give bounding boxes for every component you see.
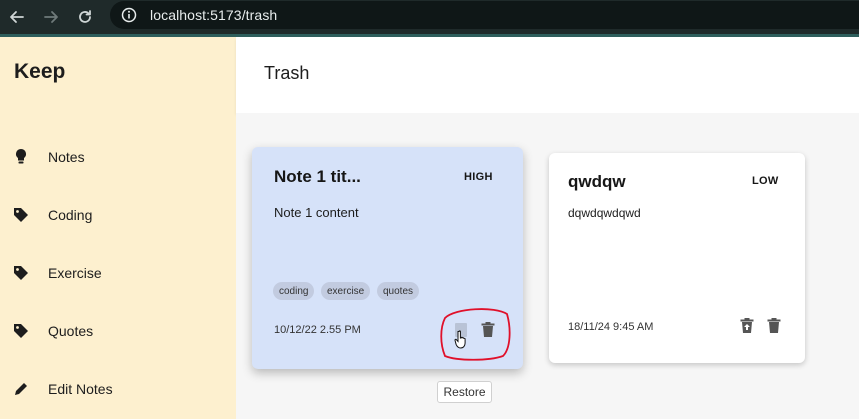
address-bar[interactable]: localhost:5173/trash — [110, 1, 859, 29]
tag-chip: exercise — [321, 282, 371, 300]
note-date: 10/12/22 2.55 PM — [274, 324, 361, 336]
sidebar-item-label: Coding — [48, 207, 93, 223]
site-info-icon[interactable] — [120, 6, 138, 24]
note-content: Note 1 content — [274, 205, 359, 220]
tag-chip: coding — [273, 282, 315, 300]
note-date: 18/11/24 9:45 AM — [568, 321, 654, 333]
url-text: localhost:5173/trash — [150, 7, 278, 23]
browser-toolbar: localhost:5173/trash — [0, 0, 859, 34]
sidebar-item-label: Exercise — [48, 265, 102, 281]
tag-icon — [12, 264, 30, 282]
reload-icon[interactable] — [68, 0, 102, 34]
sidebar-item-label: Notes — [48, 149, 85, 165]
sidebar-item-exercise[interactable]: Exercise — [0, 253, 236, 293]
sidebar-item-quotes[interactable]: Quotes — [0, 311, 236, 351]
delete-forever-icon[interactable] — [479, 321, 497, 339]
priority-badge: LOW — [752, 175, 779, 187]
priority-badge: HIGH — [464, 171, 493, 183]
page-title: Trash — [264, 63, 310, 83]
sidebar-item-edit-notes[interactable]: Edit Notes — [0, 369, 236, 409]
hand-cursor-icon — [454, 330, 466, 349]
note-title: Note 1 tit... — [274, 167, 361, 186]
sidebar-item-label: Quotes — [48, 323, 94, 339]
tag-chip: quotes — [377, 282, 420, 300]
pencil-icon — [12, 380, 30, 398]
sidebar-item-label: Edit Notes — [48, 381, 113, 397]
sidebar: Keep Notes Coding Exercise Quotes Edit N… — [0, 37, 236, 419]
forward-arrow-icon[interactable] — [34, 0, 68, 34]
sidebar-item-coding[interactable]: Coding — [0, 195, 236, 235]
note-content: dqwdqwdqwd — [568, 206, 641, 220]
page-header: Trash — [236, 37, 859, 113]
back-arrow-icon[interactable] — [0, 0, 34, 34]
note-title: qwdqw — [568, 172, 626, 191]
lightbulb-icon — [12, 148, 30, 166]
restore-icon[interactable] — [738, 317, 756, 335]
app-logo: Keep — [14, 60, 66, 83]
tag-icon — [12, 206, 30, 224]
delete-forever-icon[interactable] — [765, 317, 783, 335]
sidebar-item-notes[interactable]: Notes — [0, 137, 236, 177]
restore-tooltip: Restore — [437, 381, 492, 403]
tag-icon — [12, 322, 30, 340]
